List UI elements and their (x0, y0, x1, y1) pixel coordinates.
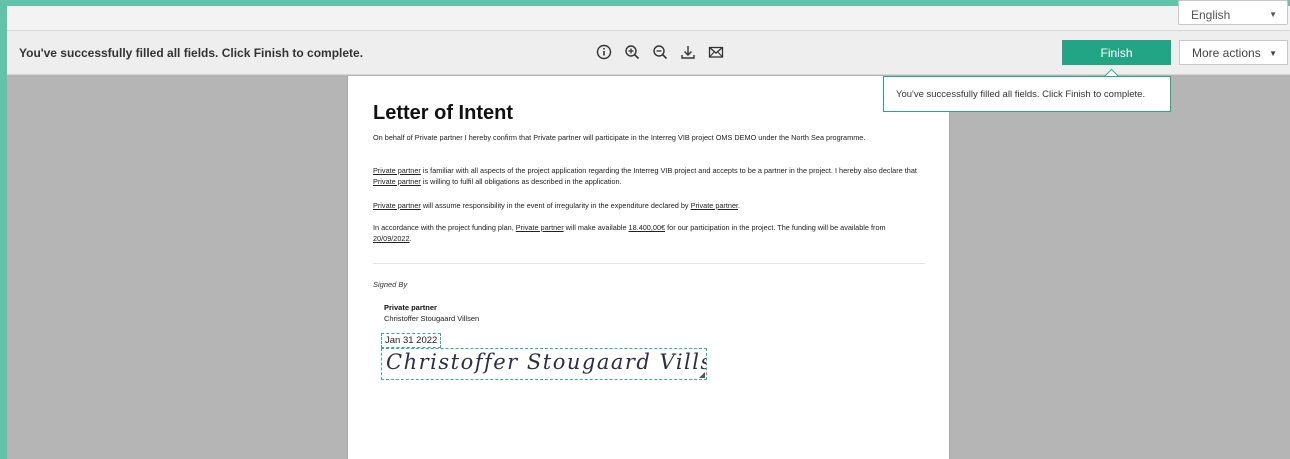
chevron-down-icon: ▼ (1269, 10, 1277, 19)
chevron-down-icon: ▼ (1269, 49, 1277, 58)
paragraph-2-text-a: is familiar with all aspects of the proj… (420, 166, 917, 175)
language-select-value: English (1191, 8, 1231, 22)
more-actions-button[interactable]: More actions ▼ (1179, 40, 1288, 65)
paragraph-3-end: . (738, 201, 741, 210)
paragraph-2: Private partner is familiar with all asp… (373, 166, 918, 187)
partner-field: Private partner (373, 166, 421, 175)
paragraph-4-text-a: In accordance with the project funding p… (373, 223, 516, 232)
document-title: Letter of Intent (373, 102, 513, 124)
paragraph-4: In accordance with the project funding p… (373, 223, 918, 244)
date-field[interactable]: Jan 31 2022 (381, 333, 442, 348)
toolbar-tools (595, 43, 725, 61)
signed-by-label: Signed By (373, 280, 408, 289)
document-page: Letter of Intent On behalf of Private pa… (347, 76, 950, 459)
finish-tooltip: You've successfully filled all fields. C… (883, 76, 1171, 112)
paragraph-4-text-c: for our participation in the project. Th… (665, 223, 886, 232)
zoom-in-icon[interactable] (623, 43, 641, 61)
signature-text: Christoffer Stougaard Villsen (386, 350, 707, 374)
divider (373, 263, 925, 264)
zoom-out-icon[interactable] (651, 43, 669, 61)
email-icon[interactable] (707, 43, 725, 61)
finish-button[interactable]: Finish (1062, 40, 1171, 65)
signer-name: Christoffer Stougaard Villsen (384, 314, 480, 323)
signer-organization: Private partner (384, 303, 437, 312)
signature-field[interactable]: Christoffer Stougaard Villsen (381, 348, 707, 380)
more-actions-label: More actions (1192, 45, 1261, 60)
paragraph-3-text-a: will assume responsibility in the event … (420, 201, 691, 210)
partner-field: Private partner (373, 176, 421, 186)
amount-field: 18.400,00€ (628, 223, 666, 232)
info-icon[interactable] (595, 43, 613, 61)
date-available-field: 20/09/2022 (373, 233, 410, 243)
paragraph-4-text-b: will make available (563, 223, 629, 232)
toolbar: You've successfully filled all fields. C… (7, 30, 1290, 75)
window-frame-left (0, 0, 7, 459)
status-message: You've successfully filled all fields. C… (19, 46, 364, 60)
paragraph-3: Private partner will assume responsibili… (373, 201, 918, 212)
partner-field: Private partner (373, 201, 421, 210)
paragraph-1: On behalf of Private partner I hereby co… (373, 133, 866, 142)
paragraph-4-end: . (409, 233, 412, 243)
partner-field: Private partner (690, 201, 739, 210)
language-select[interactable]: English ▼ (1178, 0, 1288, 25)
paragraph-2-text-b: is willing to fulfil all obligations as … (420, 176, 622, 186)
top-strip: English ▼ (7, 0, 1290, 30)
download-icon[interactable] (679, 43, 697, 61)
resize-handle-icon[interactable] (699, 372, 705, 378)
partner-field: Private partner (515, 223, 564, 232)
